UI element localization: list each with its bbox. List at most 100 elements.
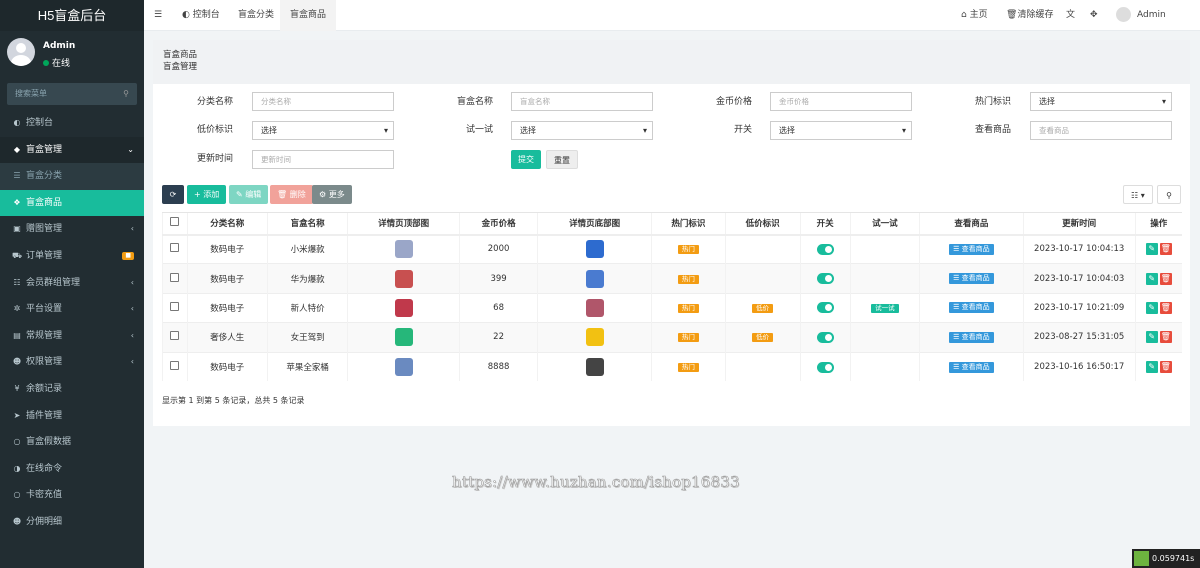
sidebar-item-2[interactable]: ☰ 盲盒分类 [0,163,144,190]
top-image-thumbnail[interactable] [394,269,413,288]
view-goods-button[interactable]: ☰ 查看商品 [949,273,994,285]
sidebar-search-input[interactable]: 搜索菜单 ⚲ [7,83,137,105]
tab-blindbox-category[interactable]: 盲盒分类 [230,0,282,31]
switch-toggle[interactable] [816,273,834,285]
bottom-image-thumbnail[interactable] [585,298,604,317]
submit-button[interactable]: 提交 [511,150,541,169]
clear-cache-button[interactable]: 🗑清除缓存 [1006,0,1053,31]
tab-dashboard[interactable]: ◐ 控制台 [174,0,228,31]
more-button[interactable]: ⚙ 更多 [312,185,352,204]
bottom-image-thumbnail[interactable] [585,358,604,376]
menu-toggle-icon[interactable]: ☰ [154,0,162,31]
sidebar-item-8[interactable]: ▤ 常规管理 ‹ [0,323,144,350]
edit-row-icon[interactable]: ✎ [1145,361,1158,373]
table-row[interactable]: 数码电子 苹果全家桶 8888 热门 ☰ 查看商品 2023-10-16 16:50:17… [162,351,1182,382]
updated-input[interactable]: 更新时间 [252,150,394,169]
view-goods-button[interactable]: ☰ 查看商品 [949,243,994,255]
row-checkbox[interactable] [170,243,180,253]
column-header[interactable]: 更新时间 [1022,212,1135,236]
tab-blindbox-goods[interactable]: 盲盒商品 [280,0,337,31]
delete-button[interactable]: 🗑 删除 [270,185,313,204]
top-image-thumbnail[interactable] [394,298,413,317]
search-icon[interactable]: ⚲ [123,83,129,105]
column-header[interactable]: 分类名称 [186,212,268,236]
table-search-button[interactable]: ⚲ [1157,185,1181,204]
column-header[interactable]: 低价标识 [724,212,801,236]
bottom-image-thumbnail[interactable] [585,240,604,259]
admin-menu[interactable]: Admin [1116,0,1166,31]
sidebar-item-12[interactable]: ○ 盲盒假数据 [0,429,144,456]
column-header[interactable]: 操作 [1134,212,1182,236]
row-checkbox[interactable] [170,361,180,370]
switch-toggle[interactable] [816,361,834,373]
table-row[interactable]: 数码电子 华为爆款 399 热门 ☰ 查看商品 2023-10-17 10:04:03 ✎ 🗑 [162,263,1182,294]
column-header[interactable]: 查看商品 [919,212,1024,236]
sidebar-item-11[interactable]: ➤ 插件管理 [0,403,144,430]
column-header[interactable]: 金币价格 [458,212,538,236]
columns-button[interactable]: ☷ ▾ [1123,185,1153,204]
refresh-button[interactable]: ⟳ [162,185,184,204]
switch-toggle[interactable] [816,302,834,314]
sidebar-item-6[interactable]: ☷ 会员群组管理 ‹ [0,270,144,297]
sidebar-item-3[interactable]: ❖ 盲盒商品 [0,189,144,217]
top-image-thumbnail[interactable] [394,358,413,376]
sidebar-item-15[interactable]: ☻ 分佣明细 [0,509,144,536]
view-goods-button[interactable]: ☰ 查看商品 [949,302,994,314]
view-input[interactable]: 查看商品 [1030,121,1172,140]
add-button[interactable]: + 添加 [187,185,227,204]
select-all-checkbox[interactable] [170,217,180,227]
delete-row-icon[interactable]: 🗑 [1159,301,1172,314]
app-logo[interactable]: H5盲盒后台 [0,0,144,31]
delete-row-icon[interactable]: 🗑 [1159,361,1172,373]
edit-row-icon[interactable]: ✎ [1145,243,1158,256]
home-link[interactable]: ⌂ 主页 [961,0,988,31]
delete-row-icon[interactable]: 🗑 [1159,243,1172,256]
switch-toggle[interactable] [816,331,834,343]
hot-select[interactable]: 选择 [1030,92,1172,111]
edit-row-icon[interactable]: ✎ [1145,301,1158,314]
bottom-image-thumbnail[interactable] [585,328,604,347]
category-input[interactable]: 分类名称 [252,92,394,111]
sidebar-item-4[interactable]: ▣ 赠图管理 ‹ [0,216,144,243]
trial-select[interactable]: 选择 [511,121,653,140]
column-header[interactable]: 试一试 [849,212,920,236]
sidebar-item-7[interactable]: ✲ 平台设置 ‹ [0,296,144,323]
view-goods-button[interactable]: ☰ 查看商品 [949,331,994,343]
table-row[interactable]: 数码电子 新人特价 68 热门 低价 试一试 ☰ 查看商品 2023-10-17 10:21:… [162,292,1182,323]
name-input[interactable]: 盲盒名称 [511,92,653,111]
bottom-image-thumbnail[interactable] [585,269,604,288]
edit-row-icon[interactable]: ✎ [1145,272,1158,285]
translate-icon[interactable]: 文 [1066,0,1075,31]
delete-row-icon[interactable]: 🗑 [1159,272,1172,285]
table-row[interactable]: 奢侈人生 女王驾到 22 热门 低价 ☰ 查看商品 2023-08-27 15:31:05 ✎… [162,322,1182,353]
view-goods-button[interactable]: ☰ 查看商品 [949,361,994,373]
row-checkbox[interactable] [170,272,180,282]
view-cell: ☰ 查看商品 [919,351,1024,382]
reset-button[interactable]: 重置 [546,150,578,169]
switch-select[interactable]: 选择 [770,121,912,140]
top-image-thumbnail[interactable] [394,328,413,347]
row-checkbox[interactable] [170,301,180,311]
column-header[interactable]: 盲盒名称 [266,212,348,236]
sidebar-item-1[interactable]: ◆ 盲盒管理 ⌄ [0,136,144,164]
sidebar-item-5[interactable]: ⛟ 订单管理 ■ [0,243,144,270]
column-header[interactable]: 详情页底部图 [537,212,652,236]
column-header[interactable]: 热门标识 [651,212,726,236]
edit-row-icon[interactable]: ✎ [1145,331,1158,344]
edit-button[interactable]: ✎ 编辑 [229,185,269,204]
price-input[interactable]: 金币价格 [770,92,912,111]
fullscreen-icon[interactable]: ✥ [1090,0,1098,31]
top-image-thumbnail[interactable] [394,240,413,259]
sidebar-item-10[interactable]: ¥ 余额记录 [0,376,144,403]
column-header[interactable]: 开关 [799,212,851,236]
sidebar-item-0[interactable]: ◐ 控制台 [0,110,144,137]
switch-toggle[interactable] [816,243,834,255]
sidebar-item-9[interactable]: ☻ 权限管理 ‹ [0,349,144,376]
low-select[interactable]: 选择 [252,121,394,140]
table-row[interactable]: 数码电子 小米爆款 2000 热门 ☰ 查看商品 2023-10-17 10:04:13 ✎… [162,233,1182,264]
sidebar-item-13[interactable]: ◑ 在线命令 [0,456,144,483]
delete-row-icon[interactable]: 🗑 [1159,331,1172,344]
sidebar-item-14[interactable]: ○ 卡密充值 [0,482,144,509]
row-checkbox[interactable] [170,331,180,341]
column-header[interactable]: 详情页顶部图 [347,212,460,236]
